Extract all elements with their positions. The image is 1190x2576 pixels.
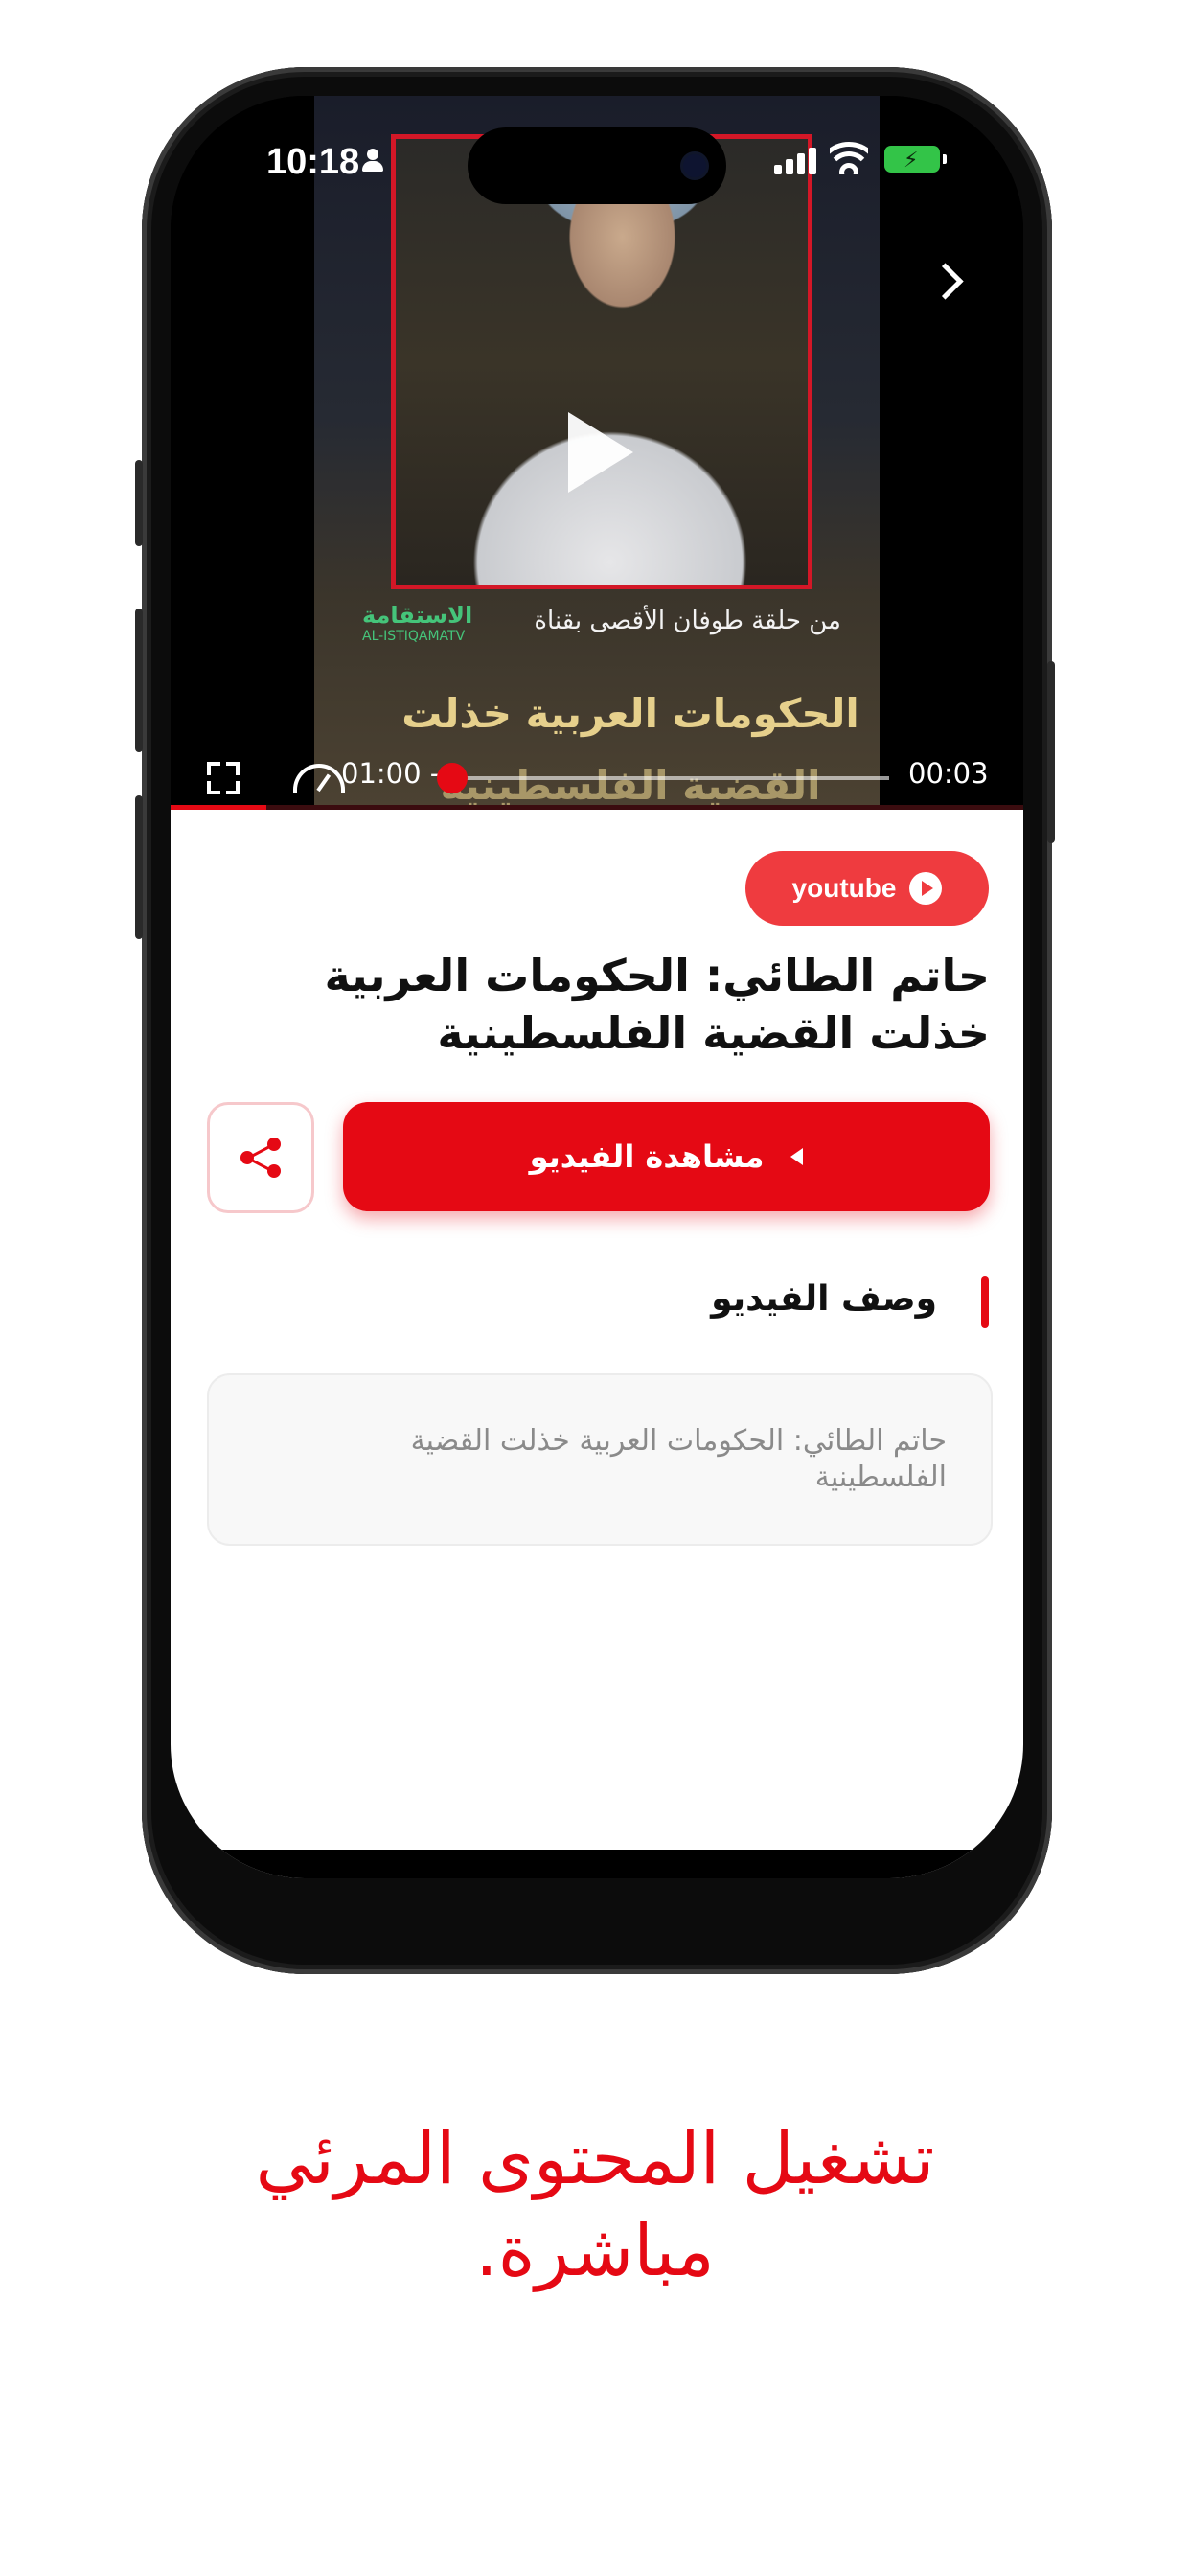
- phone-power-button: [1047, 661, 1055, 843]
- phone-volume-down: [135, 795, 143, 939]
- phone-volume-up: [135, 609, 143, 752]
- source-badge[interactable]: youtube: [745, 851, 989, 926]
- description-box: حاتم الطائي: الحكومات العربية خذلت القضي…: [207, 1373, 993, 1546]
- video-title: حاتم الطائي: الحكومات العربية خذلت القضي…: [324, 950, 990, 1059]
- person-icon: [362, 149, 383, 173]
- promo-line1: تشغيل المحتوى المرئي: [255, 2118, 935, 2200]
- screen-bottom-bar: [171, 1850, 1023, 1878]
- channel-logo: الاستقامة: [362, 602, 473, 629]
- screen: من حلقة طوفان الأقصى بقناة الاستقامة AL-…: [171, 96, 1023, 1878]
- video-headline-line1: الحكومات العربية خذلت: [401, 690, 859, 737]
- chevron-right-icon[interactable]: [927, 263, 964, 300]
- phone-side-button: [135, 460, 143, 546]
- watch-video-label: مشاهدة الفيديو: [529, 1138, 765, 1175]
- share-icon: [239, 1136, 283, 1180]
- play-circle-icon: [909, 872, 943, 905]
- description-text: حاتم الطائي: الحكومات العربية خذلت القضي…: [410, 1424, 947, 1494]
- video-details: youtube حاتم الطائي: الحكومات العربية خذ…: [171, 810, 1023, 1878]
- seek-bar-handle[interactable]: [437, 763, 469, 794]
- battery-icon: ⚡: [884, 146, 947, 172]
- watch-video-button[interactable]: مشاهدة الفيديو: [343, 1102, 990, 1211]
- signal-icon: [774, 146, 816, 174]
- source-badge-label: youtube: [791, 873, 897, 903]
- section-accent-bar: [981, 1276, 989, 1328]
- promo-line2: مباشرة.: [475, 2210, 715, 2292]
- time-remaining: 01:00 -: [341, 757, 441, 790]
- description-section-title: وصف الفيديو: [711, 1279, 937, 1319]
- share-button[interactable]: [207, 1102, 314, 1213]
- status-time: 10:18: [266, 142, 360, 182]
- play-icon[interactable]: [568, 412, 633, 493]
- wifi-icon: [830, 142, 868, 174]
- promo-caption: تشغيل المحتوى المرئي مباشرة.: [115, 2113, 1075, 2297]
- fullscreen-icon[interactable]: [207, 762, 240, 794]
- time-elapsed: 00:03: [908, 757, 989, 790]
- dynamic-island: [468, 127, 726, 204]
- seek-bar[interactable]: [437, 763, 889, 794]
- play-icon: [790, 1148, 804, 1165]
- channel-logo-sub: AL-ISTIQAMATV: [362, 629, 466, 644]
